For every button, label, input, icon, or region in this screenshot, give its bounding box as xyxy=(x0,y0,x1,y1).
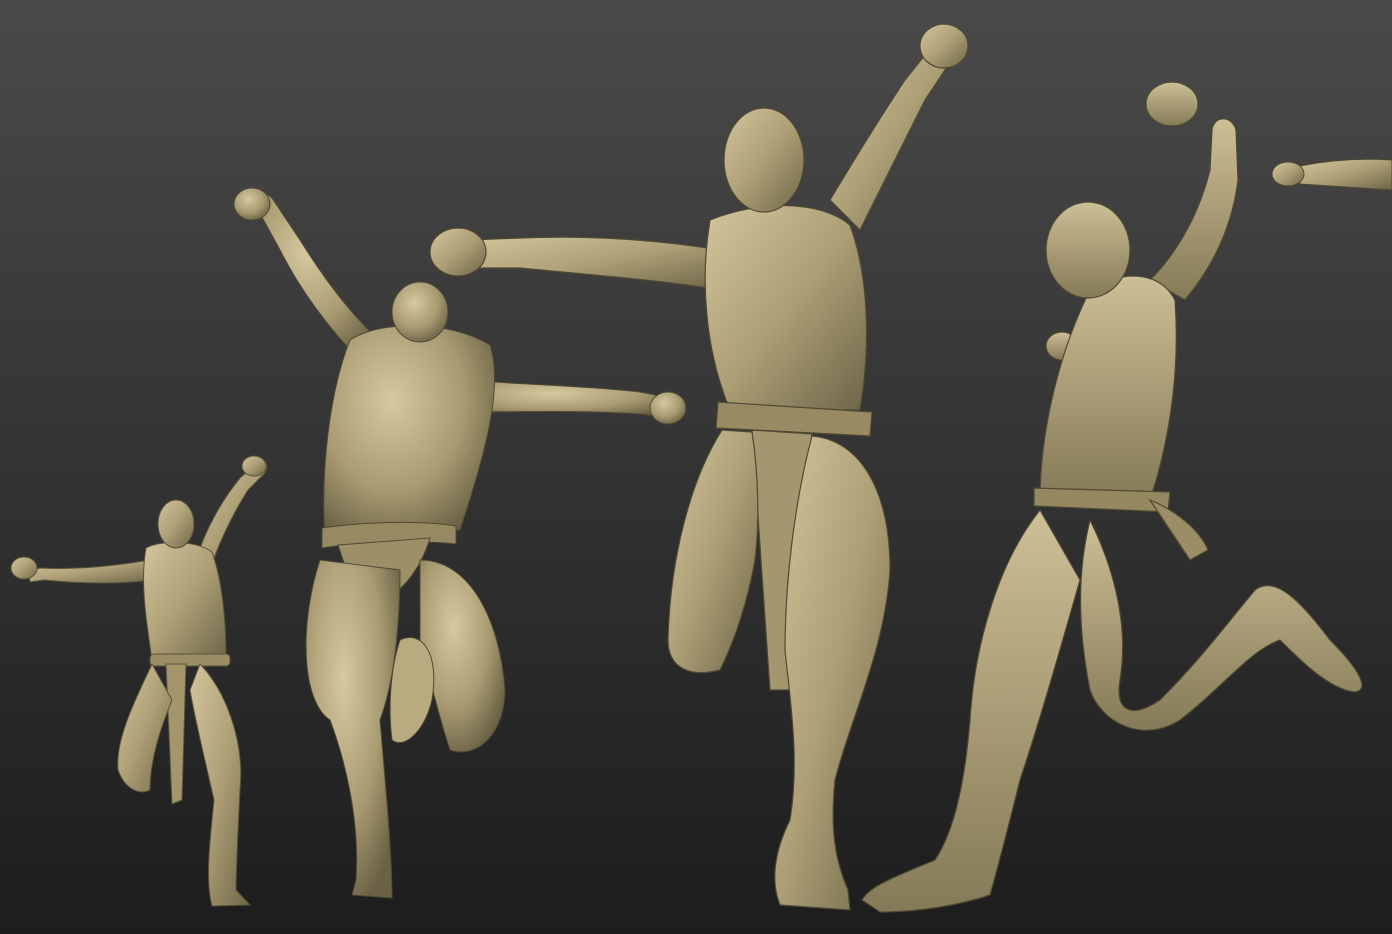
figure-side-view xyxy=(861,81,1363,913)
figure-back-view xyxy=(233,187,687,899)
figures-layer xyxy=(10,23,1392,913)
figure-small-front xyxy=(10,455,268,907)
figure-large-front xyxy=(429,23,969,911)
sculpt-viewport[interactable] xyxy=(0,0,1392,934)
figure-partial-right xyxy=(1271,158,1392,191)
